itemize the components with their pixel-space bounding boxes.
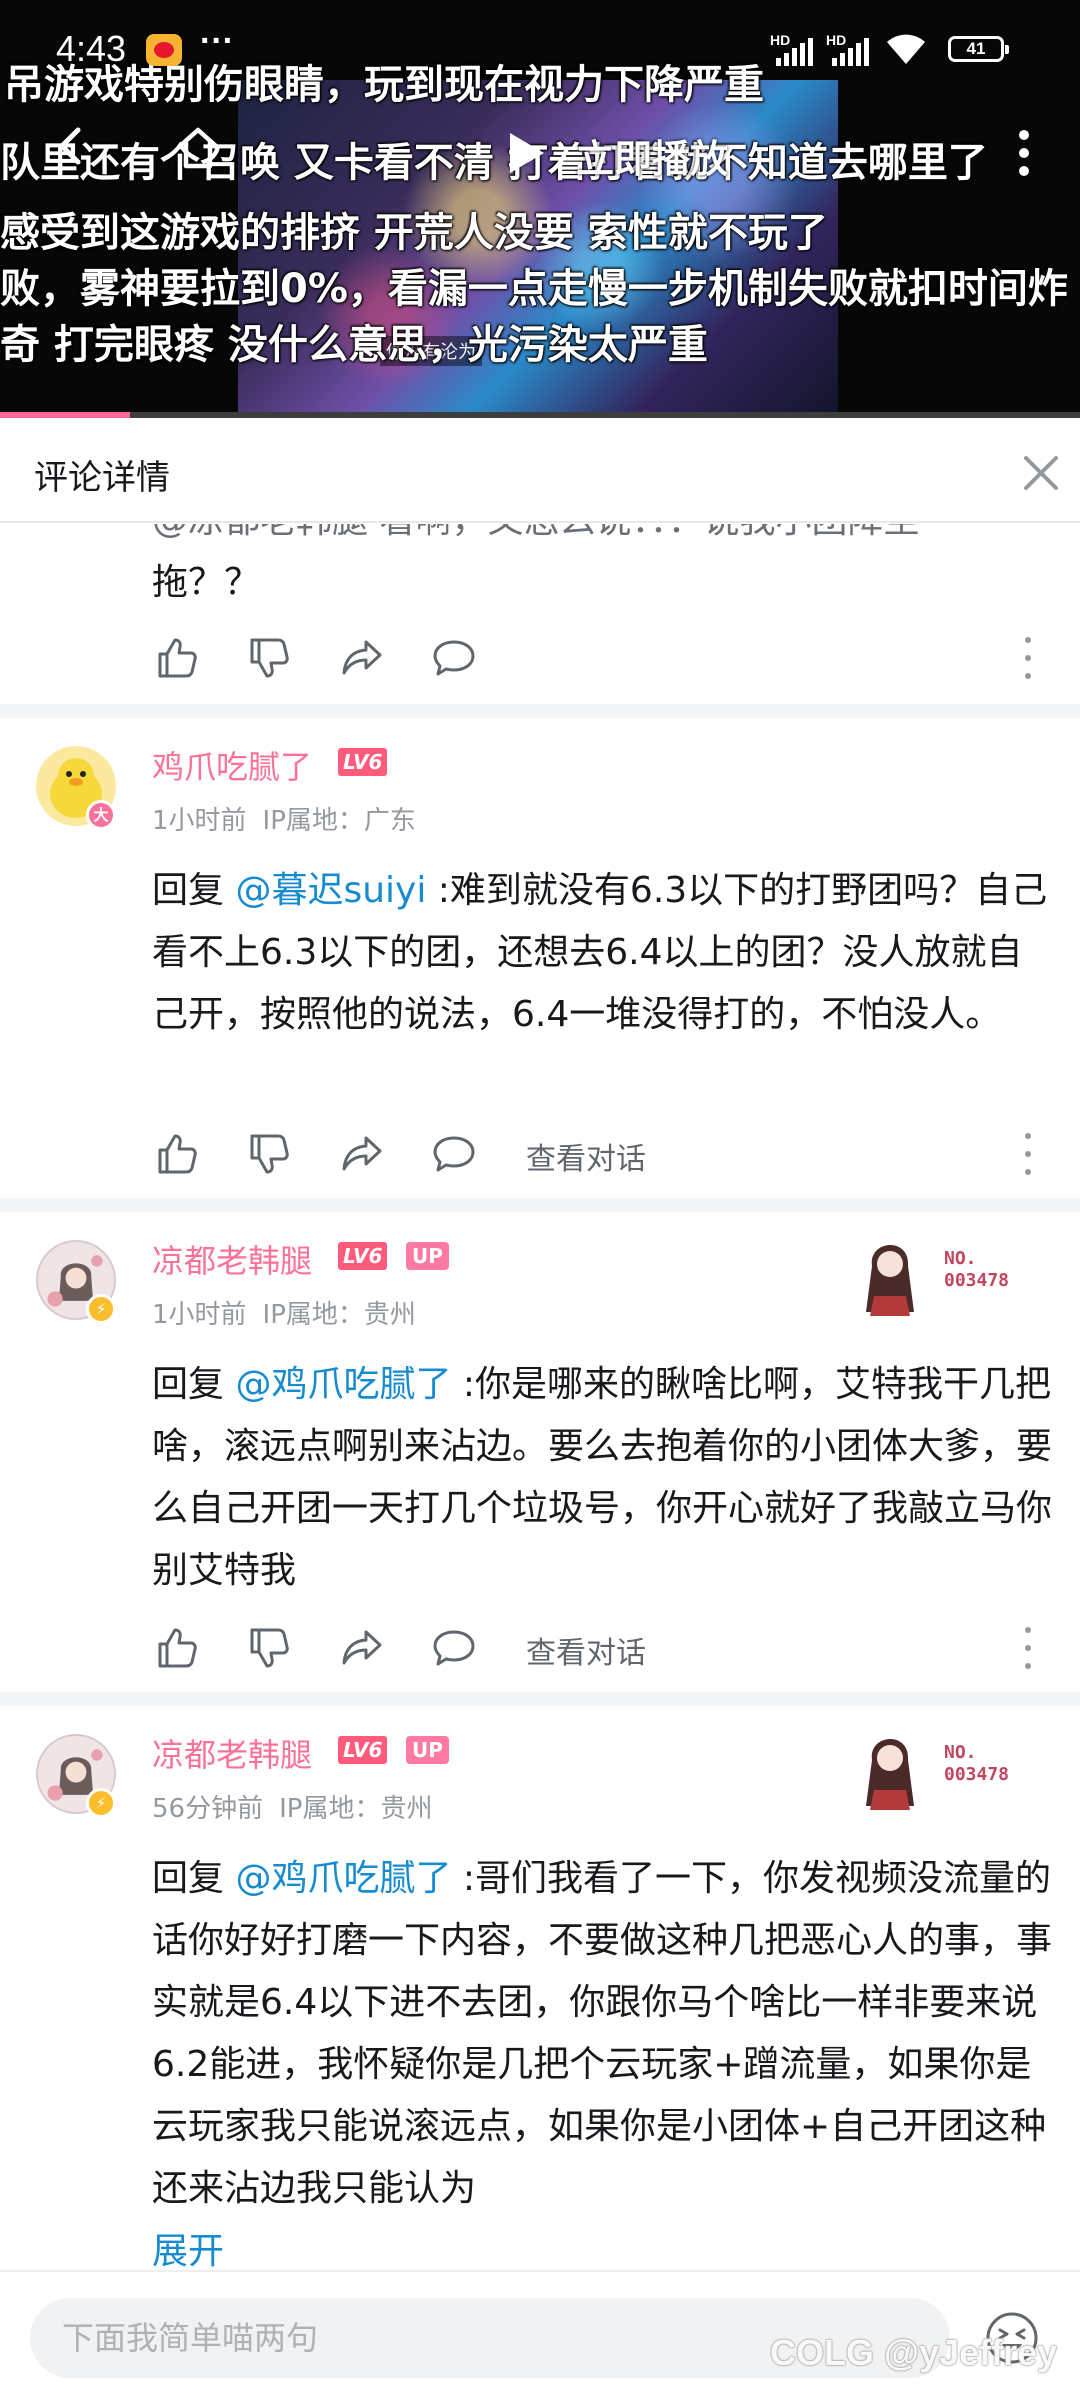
dislike-icon[interactable] [244,1624,292,1672]
reply-prefix: 回复 [152,870,236,911]
reply-meta: 1小时前 IP属地：广东 [152,800,416,837]
status-time: 4:43 [56,28,127,69]
notification-more-icon: ··· [200,22,234,60]
fan-figure-icon [866,1244,914,1316]
fan-no-label: NO. [944,1248,977,1269]
reply-more-icon[interactable] [1020,1128,1036,1180]
reply-meta: 56分钟前 IP属地：贵州 [152,1788,432,1825]
fan-figure-icon [866,1738,914,1810]
verified-bolt-icon: ⚡ [86,1294,116,1324]
view-conversation-button[interactable]: 查看对话 [526,1628,646,1672]
reply-more-icon[interactable] [1020,1622,1036,1674]
weibo-icon [146,34,182,66]
view-conversation-button[interactable]: 查看对话 [526,1134,646,1178]
fan-number: NO. 003478 [944,1742,1009,1786]
fan-no-value: 003478 [944,1270,1010,1291]
reply-prefix: 回复 [152,1364,236,1405]
username[interactable]: 凉都老韩腿 [152,1730,312,1776]
reply-item: ⚡ 凉都老韩腿 LV6 UP NO. 003478 56分钟前 IP属地：贵州 回复… [0,1692,1080,2270]
page-title: 评论详情 [34,458,170,498]
like-icon[interactable] [152,1130,200,1178]
share-icon[interactable] [338,634,386,682]
reply-text: 拖？？ [152,562,261,603]
fan-badge-card[interactable]: NO. 003478 [850,1720,1060,1810]
level-badge: LV6 [338,1242,388,1270]
fan-number: NO. 003478 [944,1248,1009,1292]
reply-text: 回复 @鸡爪吃腻了 :哥们我看了一下，你发视频没流量的话你好好打磨一下内容，不要… [152,1848,1052,2220]
fan-badge-card[interactable]: NO. 003478 [850,1226,1060,1316]
danmaku-line: 败，雾神要拉到0%，看漏一点走慢一步机制失败就扣时间炸 [0,266,1068,312]
like-icon[interactable] [152,634,200,682]
vip-badge: 大 [86,800,116,830]
reply-time: 56分钟前 [152,1794,264,1824]
username[interactable]: 凉都老韩腿 [152,1236,312,1282]
reply-ip: IP属地：贵州 [262,1300,416,1330]
comment-icon[interactable] [430,634,478,682]
reply-item: ⚡ 凉都老韩腿 LV6 UP NO. 003478 1小时前 IP属地：贵州 回复 … [0,1198,1080,1692]
like-icon[interactable] [152,1624,200,1672]
expand-button[interactable]: 展开 [152,2222,224,2270]
danmaku-line: 奇 打完眼疼 没什么意思，光污染太严重 [0,322,708,368]
username[interactable]: 鸡爪吃腻了 [152,742,312,788]
reply-body: :哥们我看了一下，你发视频没流量的话你好好打磨一下内容，不要做这种几把恶心人的事… [152,1858,1052,2209]
level-badge: LV6 [338,1736,388,1764]
reply-actions [0,628,1080,688]
mention-link[interactable]: @暮迟suiyi [235,870,426,911]
reply-text-partial: @凉都老韩腿 看啊，又怎么说：：：说我小团降至 [152,524,1052,552]
reply-actions: 查看对话 [0,1618,1080,1678]
reply-ip: IP属地：广东 [262,806,416,836]
play-icon[interactable] [506,130,546,176]
dislike-icon[interactable] [244,634,292,682]
reply-text: 回复 @鸡爪吃腻了 :你是哪来的瞅啥比啊，艾特我干几把啥，滚远点啊别来沾边。要么… [152,1354,1052,1602]
reply-item: 大 鸡爪吃腻了 LV6 1小时前 IP属地：广东 回复 @暮迟suiyi :难到就… [0,704,1080,1198]
reply-item: @凉都老韩腿 看啊，又怎么说：：：说我小团降至 拖？？ [0,524,1080,704]
wifi-icon [887,34,925,64]
signal-icon [832,38,869,66]
reply-actions: 查看对话 [0,1124,1080,1184]
close-icon[interactable] [1016,448,1066,498]
battery-icon: 41 [948,36,1009,62]
dislike-icon[interactable] [244,1130,292,1178]
home-icon[interactable] [174,124,222,172]
reply-more-icon[interactable] [1020,632,1036,684]
back-icon[interactable] [50,124,94,168]
level-badge: LV6 [338,748,388,776]
watermark: COLG @yJeffrey [770,2332,1058,2373]
reply-time: 1小时前 [152,806,247,836]
reply-time: 1小时前 [152,1300,247,1330]
reply-meta: 1小时前 IP属地：贵州 [152,1294,416,1331]
verified-bolt-icon: ⚡ [86,1788,116,1818]
mention-link[interactable]: @鸡爪吃腻了 [235,1364,451,1405]
fan-no-value: 003478 [944,1764,1010,1785]
comment-icon[interactable] [430,1624,478,1672]
comment-detail-header: 评论详情 [0,418,1080,523]
reply-list[interactable]: @凉都老韩腿 看啊，又怎么说：：：说我小团降至 拖？？ [0,524,1080,2270]
up-badge: UP [406,1736,449,1764]
reply-prefix: 回复 [152,1858,236,1899]
reply-ip: IP属地：贵州 [279,1794,433,1824]
danmaku-line: 感受到这游戏的排挤 开荒人没要 索性就不玩了 [0,210,828,256]
danmaku-line: 队里还有个召唤 又卡看不清 打着打着就不知道去哪里了 [0,140,988,186]
up-badge: UP [406,1242,449,1270]
fan-no-label: NO. [944,1742,977,1763]
comment-icon[interactable] [430,1130,478,1178]
mention-link[interactable]: @鸡爪吃腻了 [235,1858,451,1899]
status-bar: 4:43 ··· HD HD 41 [0,0,1080,100]
signal-icon [776,38,813,66]
reply-text: 回复 @暮迟suiyi :难到就没有6.3以下的打野团吗？自己看不上6.3以下的… [152,860,1052,1046]
share-icon[interactable] [338,1130,386,1178]
video-more-icon[interactable] [1016,128,1032,178]
play-now-button[interactable]: 立即播放 [576,128,728,183]
video-player[interactable]: 你没有沦为 吊游戏特别伤眼睛，玩到现在视力下降严重 队里还有个召唤 又卡看不清 … [0,0,1080,418]
comment-input-bar: 下面我简单喵两句 COLG @yJeffrey [0,2270,1080,2400]
share-icon[interactable] [338,1624,386,1672]
